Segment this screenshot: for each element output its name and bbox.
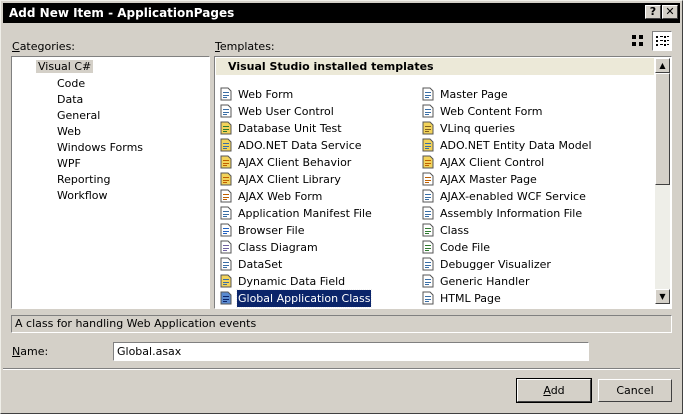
categories-label: Categories: [12,40,76,53]
ajax-client-behavior-icon [219,155,233,169]
entity-data-model-icon [421,138,435,152]
close-button[interactable]: ✕ [662,5,678,19]
template-item-label: ADO.NET Entity Data Model [440,139,592,152]
category-windows-forms[interactable]: Windows Forms [57,141,143,154]
template-item-label: Application Manifest File [238,207,372,220]
assembly-info-icon [421,206,435,220]
name-label: Name: [12,345,49,358]
help-button[interactable]: ? [645,5,661,19]
code-file-icon [421,240,435,254]
template-item-label: AJAX-enabled WCF Service [440,190,586,203]
templates-label: Templates: [215,40,275,53]
title-bar[interactable]: Add New Item - ApplicationPages ? ✕ [3,3,680,23]
generic-handler-icon [421,274,435,288]
database-unit-test-icon [219,121,233,135]
large-icons-view-button[interactable] [629,31,649,51]
template-item-label: Web User Control [238,105,334,118]
template-item-label: AJAX Master Page [440,173,537,186]
scroll-up-button[interactable]: ▲ [655,58,670,73]
name-input[interactable] [113,342,589,361]
debugger-visualizer-icon [421,257,435,271]
scroll-down-icon: ▼ [659,292,666,301]
dynamic-data-field-icon [219,274,233,288]
category-workflow[interactable]: Workflow [57,189,108,202]
add-button[interactable]: Add [516,378,592,403]
scroll-down-button[interactable]: ▼ [655,289,670,304]
template-item-label: Browser File [238,224,305,237]
template-item-label: HTML Page [440,292,501,305]
class-diagram-icon [219,240,233,254]
web-user-control-icon [219,104,233,118]
template-item-label: Generic Handler [440,275,530,288]
template-item-label: AJAX Client Control [440,156,545,169]
data-service-icon [219,138,233,152]
template-item-label: Class [440,224,469,237]
categories-tree[interactable]: Visual C# Code Data General Web Windows … [11,56,210,309]
ajax-master-page-icon [421,172,435,186]
dialog-title: Add New Item - ApplicationPages [9,6,235,20]
template-item-label: Global Application Class [235,289,373,308]
category-wpf[interactable]: WPF [57,157,81,170]
template-item-label: ADO.NET Data Service [238,139,362,152]
add-new-item-dialog: Add New Item - ApplicationPages ? ✕ Cate… [0,0,683,414]
category-reporting[interactable]: Reporting [57,173,110,186]
template-item-label: AJAX Web Form [238,190,323,203]
template-item-label: Database Unit Test [238,122,342,135]
master-page-icon [421,87,435,101]
small-icons-view-icon [656,36,669,46]
manifest-file-icon [219,206,233,220]
category-data[interactable]: Data [57,93,83,106]
ajax-web-form-icon [219,189,233,203]
template-item-label: Assembly Information File [440,207,583,220]
class-icon [421,223,435,237]
web-form-icon [219,87,233,101]
ajax-client-control-icon [421,155,435,169]
wcf-service-icon [421,189,435,203]
cancel-button[interactable]: Cancel [598,379,672,402]
template-item-label: Dynamic Data Field [238,275,346,288]
template-item-label: Master Page [440,88,508,101]
template-item-label: Code File [440,241,491,254]
template-description: A class for handling Web Application eve… [11,315,672,333]
vlinq-queries-icon [421,121,435,135]
web-content-form-icon [421,104,435,118]
browser-file-icon [219,223,233,237]
category-visual-csharp[interactable]: Visual C# [36,60,94,73]
template-item-label: AJAX Client Behavior [238,156,352,169]
scroll-up-icon: ▲ [659,61,666,70]
scroll-thumb[interactable] [655,73,670,185]
template-item-label: Web Form [238,88,294,101]
large-icons-view-icon [632,35,643,46]
separator [3,368,680,370]
global-application-class-icon [219,291,233,305]
templates-list[interactable]: Visual Studio installed templates Web Fo… [214,56,672,309]
ajax-client-library-icon [219,172,233,186]
small-icons-view-button[interactable] [652,31,672,51]
template-item-label: Web Content Form [440,105,543,118]
templates-group-header: Visual Studio installed templates [216,58,654,75]
dataset-icon [219,257,233,271]
html-page-icon [421,291,435,305]
template-item-label: DataSet [238,258,283,271]
category-code[interactable]: Code [57,77,85,90]
template-item-label: Debugger Visualizer [440,258,551,271]
category-web[interactable]: Web [57,125,81,138]
template-item-label: VLinq queries [440,122,515,135]
template-item-label: Class Diagram [238,241,318,254]
templates-scrollbar[interactable]: ▲ ▼ [655,58,670,304]
category-general[interactable]: General [57,109,100,122]
template-item-label: AJAX Client Library [238,173,341,186]
